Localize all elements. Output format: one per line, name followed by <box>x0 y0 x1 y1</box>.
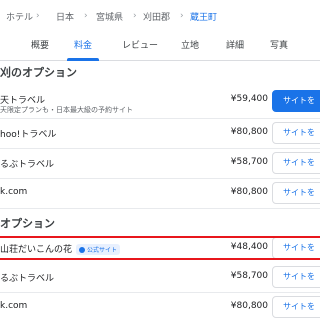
provider-description: 天限定プランも・日本最大級の予約サイト <box>0 106 133 114</box>
provider-name[interactable]: hoo!トラベル <box>0 127 56 140</box>
chevron-right-icon: › <box>180 11 184 21</box>
list-item: hoo!トラベル ¥80,800 サイトを <box>0 118 320 149</box>
breadcrumb-item-katta[interactable]: 刈田郡 <box>143 10 170 23</box>
breadcrumb-item-miyagi[interactable]: 宮城県 <box>96 10 123 23</box>
breadcrumb-item-hotel[interactable]: ホテル <box>6 10 33 23</box>
price-value: ¥80,800 <box>230 127 268 137</box>
chevron-right-icon: › <box>133 11 137 21</box>
visit-site-button[interactable]: サイトを <box>272 122 320 144</box>
tab-details[interactable]: 詳細 <box>222 32 248 60</box>
visit-site-button[interactable]: サイトを <box>272 182 320 204</box>
list-item: k.com ¥80,800 サイトを <box>0 292 320 320</box>
breadcrumb-item-zao[interactable]: 蔵王町 <box>190 10 217 23</box>
provider-name[interactable]: k.com <box>0 301 27 311</box>
chevron-right-icon: › <box>84 11 88 21</box>
tab-reviews[interactable]: レビュー <box>116 32 164 60</box>
price-value: ¥58,700 <box>230 271 268 281</box>
tab-bar: 概要 料金 レビュー 立地 詳細 写真 <box>0 32 320 61</box>
list-item: 天トラベル 天限定プランも・日本最大級の予約サイト ¥59,400 サイトを <box>0 84 320 119</box>
list-item: k.com ¥80,800 サイトを <box>0 178 320 209</box>
tab-prices[interactable]: 料金 <box>67 32 99 61</box>
price-value: ¥58,700 <box>230 157 268 167</box>
chevron-right-icon: › <box>36 11 40 21</box>
list-item: るぶトラベル ¥58,700 サイトを <box>0 262 320 293</box>
visit-site-button[interactable]: サイトを <box>272 296 320 318</box>
visit-site-button[interactable]: サイトを <box>272 90 320 112</box>
section-title-all-options: オプション <box>0 217 55 230</box>
visit-site-button[interactable]: サイトを <box>272 266 320 288</box>
provider-name[interactable]: るぶトラベル <box>0 271 54 284</box>
visit-site-button[interactable]: サイトを <box>272 152 320 174</box>
tab-location[interactable]: 立地 <box>176 32 204 60</box>
highlight-box <box>0 236 320 260</box>
breadcrumb-item-japan[interactable]: 日本 <box>56 10 74 23</box>
breadcrumb: ホテル › 日本 › 宮城県 › 刈田郡 › 蔵王町 <box>0 0 320 32</box>
tab-photos[interactable]: 写真 <box>265 32 293 60</box>
provider-name[interactable]: k.com <box>0 187 27 197</box>
provider-name[interactable]: るぶトラベル <box>0 157 54 170</box>
section-title-featured: 刈のオプション <box>0 66 77 79</box>
price-value: ¥59,400 <box>230 94 268 104</box>
list-item: るぶトラベル ¥58,700 サイトを <box>0 148 320 179</box>
price-value: ¥80,800 <box>230 187 268 197</box>
tab-overview[interactable]: 概要 <box>22 32 58 60</box>
price-value: ¥80,800 <box>230 301 268 311</box>
